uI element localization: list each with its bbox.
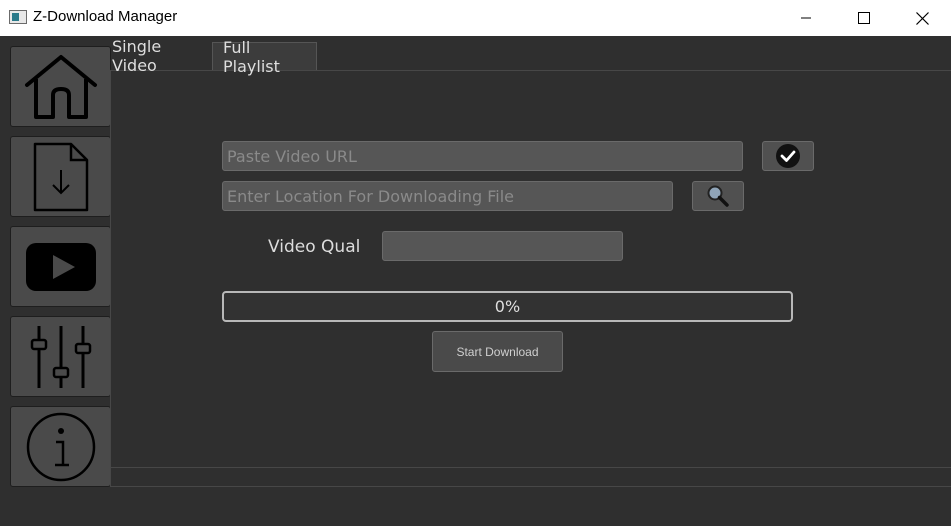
file-download-icon [33, 142, 88, 211]
status-bar-divider [111, 486, 951, 487]
start-download-button[interactable]: Start Download [432, 331, 563, 372]
content-bottom-divider [111, 467, 951, 468]
sidebar-settings-button[interactable] [10, 316, 111, 397]
verify-url-button[interactable] [762, 141, 814, 171]
progress-text: 0% [494, 297, 521, 316]
maximize-icon [858, 12, 870, 24]
search-icon [707, 185, 729, 207]
video-quality-select[interactable] [382, 231, 623, 261]
sidebar-home-button[interactable] [10, 46, 111, 127]
sidebar-youtube-button[interactable] [10, 226, 111, 307]
info-icon [26, 412, 95, 481]
minimize-icon [801, 17, 811, 19]
check-icon [776, 144, 800, 168]
close-icon [915, 11, 929, 25]
browse-location-button[interactable] [692, 181, 744, 211]
maximize-button[interactable] [835, 0, 893, 36]
sidebar-about-button[interactable] [10, 406, 111, 487]
title-bar: Z-Download Manager [0, 0, 951, 36]
video-url-input[interactable]: Paste Video URL [222, 141, 743, 171]
window-title: Z-Download Manager [33, 8, 178, 25]
minimize-button[interactable] [777, 0, 835, 36]
download-location-input[interactable]: Enter Location For Downloading File [222, 181, 673, 211]
tab-single-video[interactable]: Single Video [108, 37, 213, 75]
close-button[interactable] [893, 0, 951, 36]
sliders-icon [30, 325, 91, 388]
tab-full-playlist[interactable]: Full Playlist [212, 38, 317, 76]
content-left-border [110, 70, 111, 487]
download-progress-bar: 0% [222, 291, 793, 322]
app-icon [9, 10, 27, 24]
home-icon [24, 54, 97, 119]
youtube-play-icon [25, 242, 96, 291]
video-quality-label: Video Qual [268, 237, 361, 257]
sidebar-downloads-button[interactable] [10, 136, 111, 217]
